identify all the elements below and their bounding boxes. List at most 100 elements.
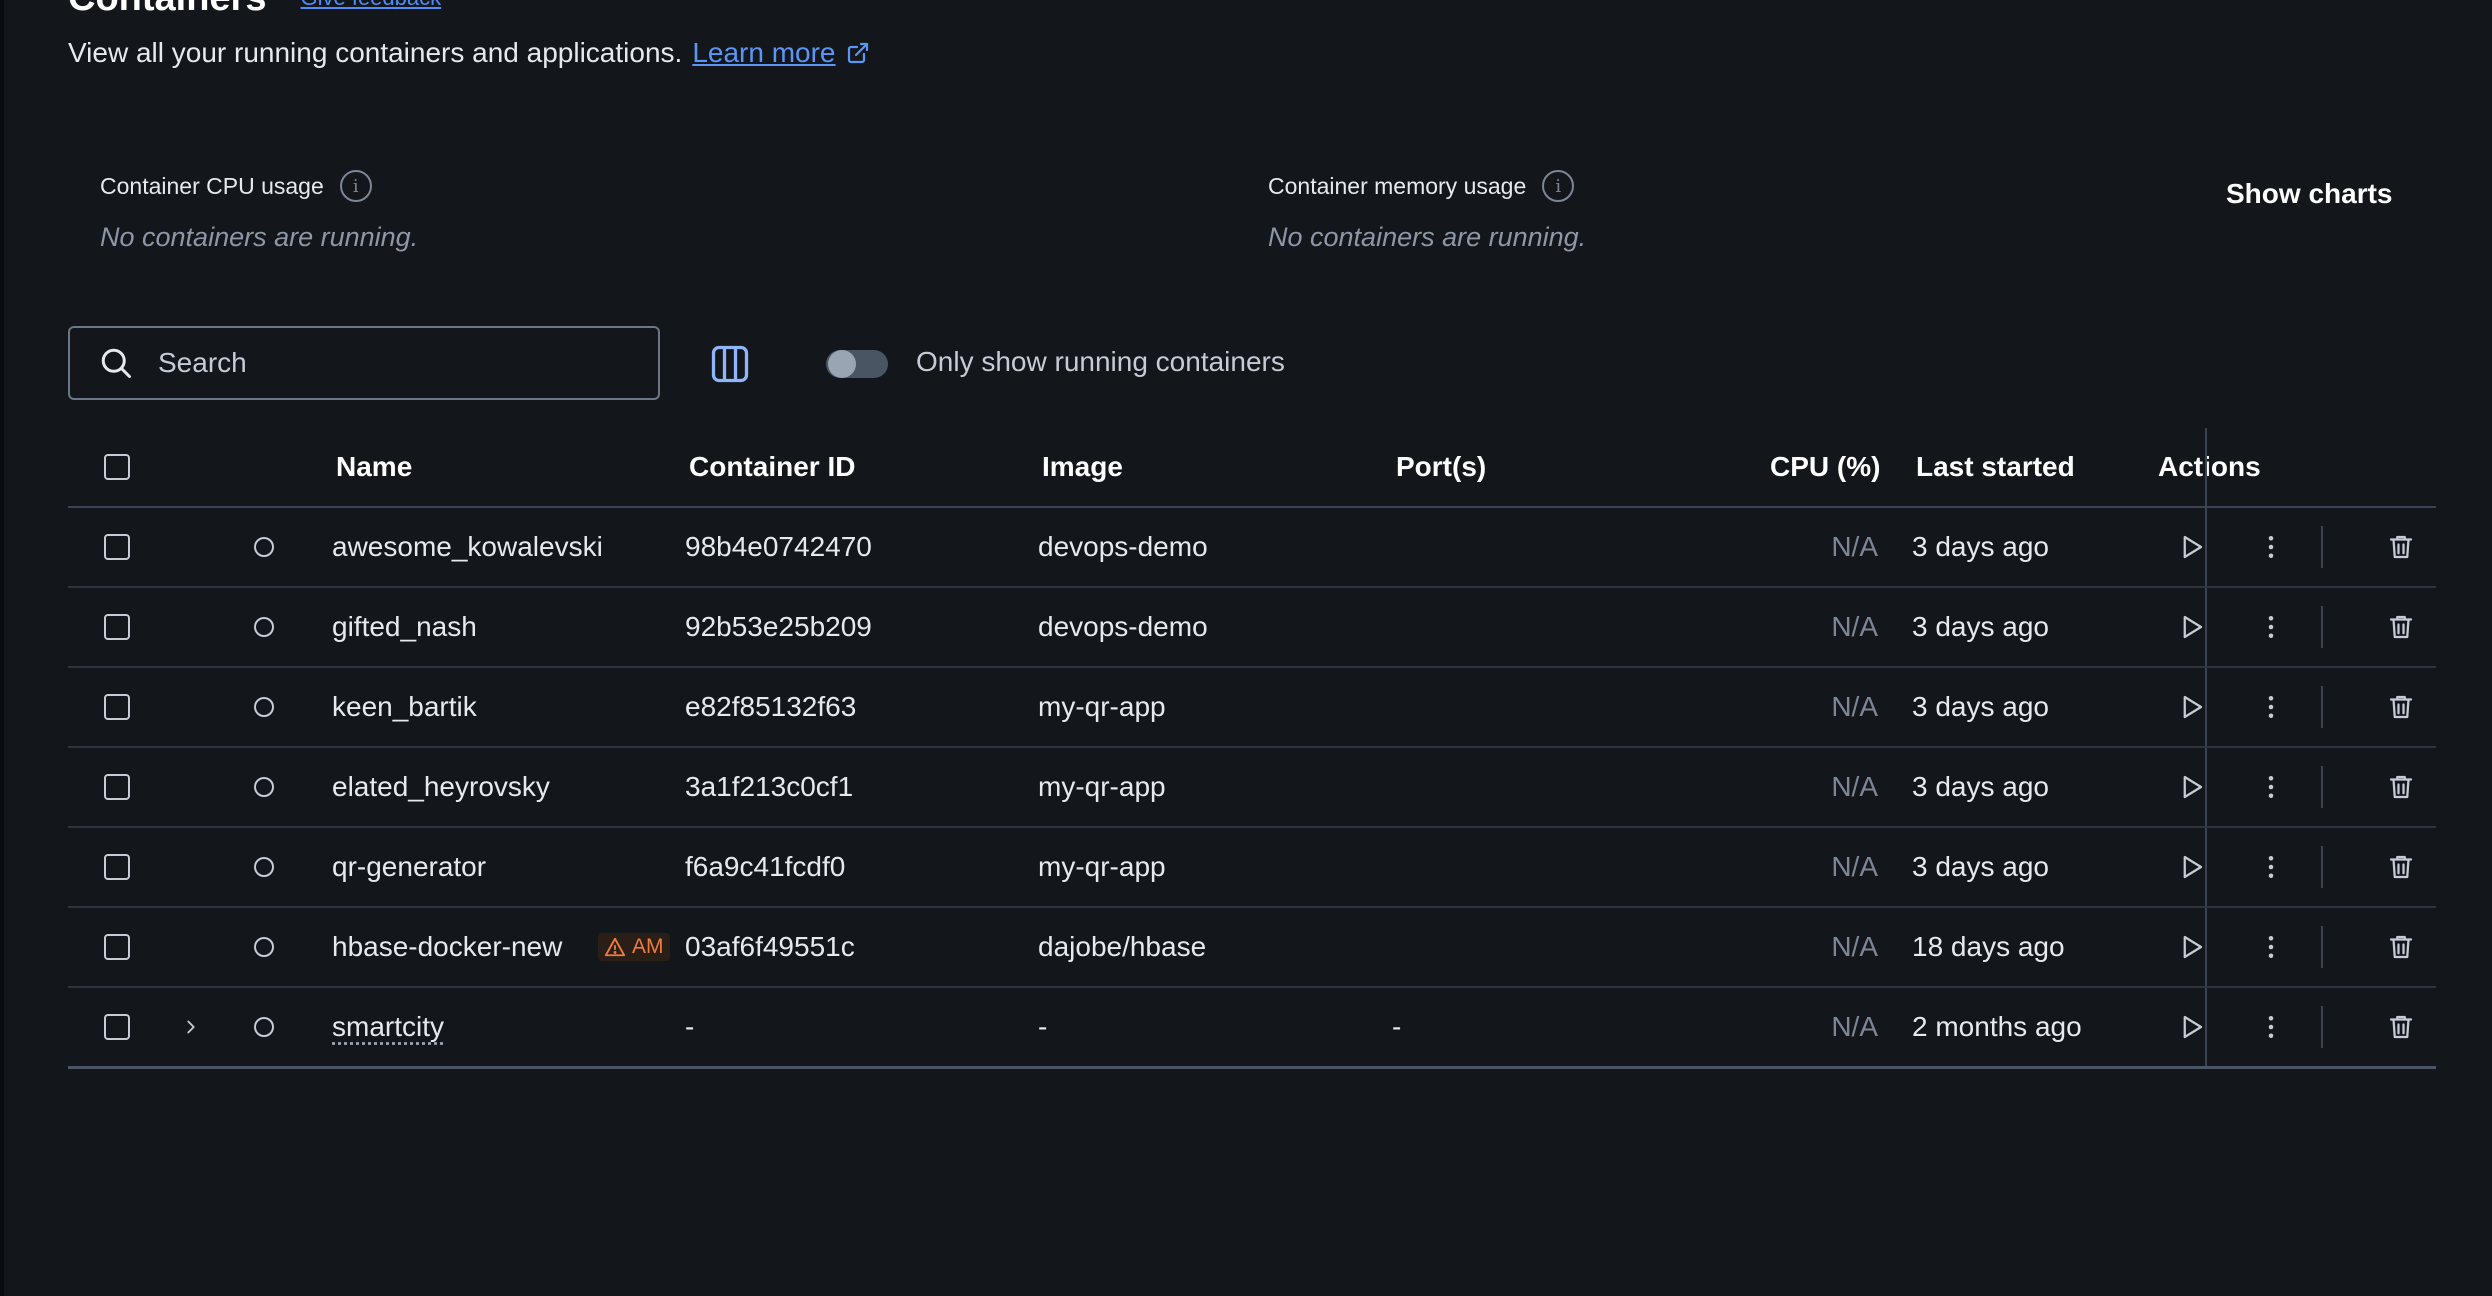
play-icon[interactable] bbox=[2176, 748, 2206, 826]
subtitle-text: View all your running containers and app… bbox=[68, 37, 683, 68]
status-indicator bbox=[254, 777, 274, 797]
trash-icon[interactable] bbox=[2386, 748, 2416, 826]
more-vertical-icon[interactable] bbox=[2256, 748, 2286, 826]
container-last-started: 3 days ago bbox=[1912, 691, 2049, 722]
column-container-id[interactable]: Container ID bbox=[689, 428, 855, 506]
container-id: f6a9c41fcdf0 bbox=[685, 851, 846, 882]
column-actions: Actions bbox=[2158, 451, 2261, 482]
warning-badge[interactable]: AM bbox=[598, 933, 670, 961]
actions-separator bbox=[2321, 686, 2323, 728]
row-checkbox[interactable] bbox=[104, 854, 130, 880]
more-vertical-icon[interactable] bbox=[2256, 588, 2286, 666]
actions-separator bbox=[2321, 606, 2323, 648]
trash-icon[interactable] bbox=[2386, 588, 2416, 666]
learn-more-link[interactable]: Learn more bbox=[692, 37, 869, 69]
search-icon bbox=[98, 345, 134, 381]
row-checkbox[interactable] bbox=[104, 534, 130, 560]
columns-icon[interactable] bbox=[708, 342, 752, 386]
status-indicator bbox=[254, 617, 274, 637]
table-row[interactable]: qr-generator f6a9c41fcdf0 my-qr-app N/A 3 da… bbox=[68, 828, 2436, 908]
more-vertical-icon[interactable] bbox=[2256, 988, 2286, 1066]
trash-icon[interactable] bbox=[2386, 828, 2416, 906]
give-feedback-label: Give feedback bbox=[300, 0, 441, 11]
page-title: Containers bbox=[68, 0, 266, 20]
container-image[interactable]: - bbox=[1038, 988, 1047, 1066]
trash-icon[interactable] bbox=[2386, 988, 2416, 1066]
containers-table: Name Container ID Image Port(s) CPU (%) … bbox=[68, 428, 2436, 1069]
give-feedback-link[interactable]: Give feedback bbox=[300, 0, 441, 11]
row-checkbox[interactable] bbox=[104, 774, 130, 800]
container-last-started: 3 days ago bbox=[1912, 851, 2049, 882]
container-image[interactable]: devops-demo bbox=[1038, 508, 1208, 586]
column-last-started[interactable]: Last started bbox=[1916, 428, 2075, 506]
memory-usage-panel: Container memory usage i No containers a… bbox=[1268, 170, 1586, 253]
play-icon[interactable] bbox=[2176, 908, 2206, 986]
container-id: 98b4e0742470 bbox=[685, 531, 872, 562]
trash-icon[interactable] bbox=[2386, 508, 2416, 586]
page-header: Containers Give feedback bbox=[68, 0, 441, 20]
play-icon[interactable] bbox=[2176, 588, 2206, 666]
actions-separator bbox=[2321, 846, 2323, 888]
play-icon[interactable] bbox=[2176, 508, 2206, 586]
trash-icon[interactable] bbox=[2386, 668, 2416, 746]
status-indicator bbox=[254, 697, 274, 717]
search-input[interactable] bbox=[156, 346, 600, 380]
row-checkbox[interactable] bbox=[104, 694, 130, 720]
toggle-knob bbox=[828, 350, 856, 378]
row-checkbox[interactable] bbox=[104, 614, 130, 640]
table-row[interactable]: elated_heyrovsky 3a1f213c0cf1 my-qr-app N/A… bbox=[68, 748, 2436, 828]
memory-usage-empty: No containers are running. bbox=[1268, 222, 1587, 252]
container-name[interactable]: smartcity bbox=[332, 988, 444, 1066]
container-image[interactable]: my-qr-app bbox=[1038, 828, 1166, 906]
column-cpu[interactable]: CPU (%) bbox=[1770, 428, 1880, 506]
container-image[interactable]: devops-demo bbox=[1038, 588, 1208, 666]
container-last-started: 3 days ago bbox=[1912, 771, 2049, 802]
play-icon[interactable] bbox=[2176, 668, 2206, 746]
trash-icon[interactable] bbox=[2386, 908, 2416, 986]
container-name[interactable]: hbase-docker-new bbox=[332, 908, 562, 986]
chevron-right-icon[interactable] bbox=[180, 988, 202, 1066]
column-name[interactable]: Name bbox=[336, 428, 412, 506]
select-all-checkbox[interactable] bbox=[104, 454, 130, 480]
container-cpu: N/A bbox=[1831, 1011, 1878, 1042]
container-name[interactable]: qr-generator bbox=[332, 828, 486, 906]
container-image[interactable]: my-qr-app bbox=[1038, 748, 1166, 826]
more-vertical-icon[interactable] bbox=[2256, 508, 2286, 586]
column-ports[interactable]: Port(s) bbox=[1396, 428, 1486, 506]
search-box[interactable] bbox=[68, 326, 660, 400]
row-checkbox[interactable] bbox=[104, 1014, 130, 1040]
info-icon[interactable]: i bbox=[339, 170, 372, 202]
container-id: 03af6f49551c bbox=[685, 931, 855, 962]
container-name[interactable]: keen_bartik bbox=[332, 668, 477, 746]
info-icon[interactable]: i bbox=[1542, 170, 1575, 202]
cpu-usage-panel: Container CPU usage i No containers are … bbox=[100, 170, 418, 253]
show-charts-button[interactable]: Show charts bbox=[2226, 178, 2392, 210]
external-link-icon bbox=[846, 41, 870, 65]
cpu-usage-label: Container CPU usage bbox=[100, 172, 324, 199]
container-id: - bbox=[685, 1011, 695, 1042]
column-image[interactable]: Image bbox=[1042, 428, 1123, 506]
container-name[interactable]: elated_heyrovsky bbox=[332, 748, 550, 826]
table-row[interactable]: smartcity - - - N/A 2 months ago bbox=[68, 988, 2436, 1069]
table-row[interactable]: keen_bartik e82f85132f63 my-qr-app N/A 3 day… bbox=[68, 668, 2436, 748]
window-edge bbox=[0, 0, 4, 1296]
play-icon[interactable] bbox=[2176, 828, 2206, 906]
more-vertical-icon[interactable] bbox=[2256, 828, 2286, 906]
table-row[interactable]: awesome_kowalevski 98b4e0742470 devops-dem… bbox=[68, 508, 2436, 588]
more-vertical-icon[interactable] bbox=[2256, 668, 2286, 746]
table-row[interactable]: gifted_nash 92b53e25b209 devops-demo N/A 3 d… bbox=[68, 588, 2436, 668]
container-name[interactable]: gifted_nash bbox=[332, 588, 477, 666]
table-body: awesome_kowalevski 98b4e0742470 devops-dem… bbox=[68, 508, 2436, 1069]
more-vertical-icon[interactable] bbox=[2256, 908, 2286, 986]
running-only-toggle[interactable] bbox=[826, 350, 888, 378]
table-row[interactable]: hbase-docker-new AM 03af6f49551c dajobe/hba… bbox=[68, 908, 2436, 988]
container-image[interactable]: dajobe/hbase bbox=[1038, 908, 1206, 986]
actions-separator bbox=[2321, 766, 2323, 808]
container-name[interactable]: awesome_kowalevski bbox=[332, 508, 603, 586]
play-icon[interactable] bbox=[2176, 988, 2206, 1066]
status-indicator bbox=[254, 937, 274, 957]
container-image[interactable]: my-qr-app bbox=[1038, 668, 1166, 746]
container-ports: - bbox=[1392, 1011, 1402, 1042]
warning-icon bbox=[604, 936, 626, 958]
row-checkbox[interactable] bbox=[104, 934, 130, 960]
